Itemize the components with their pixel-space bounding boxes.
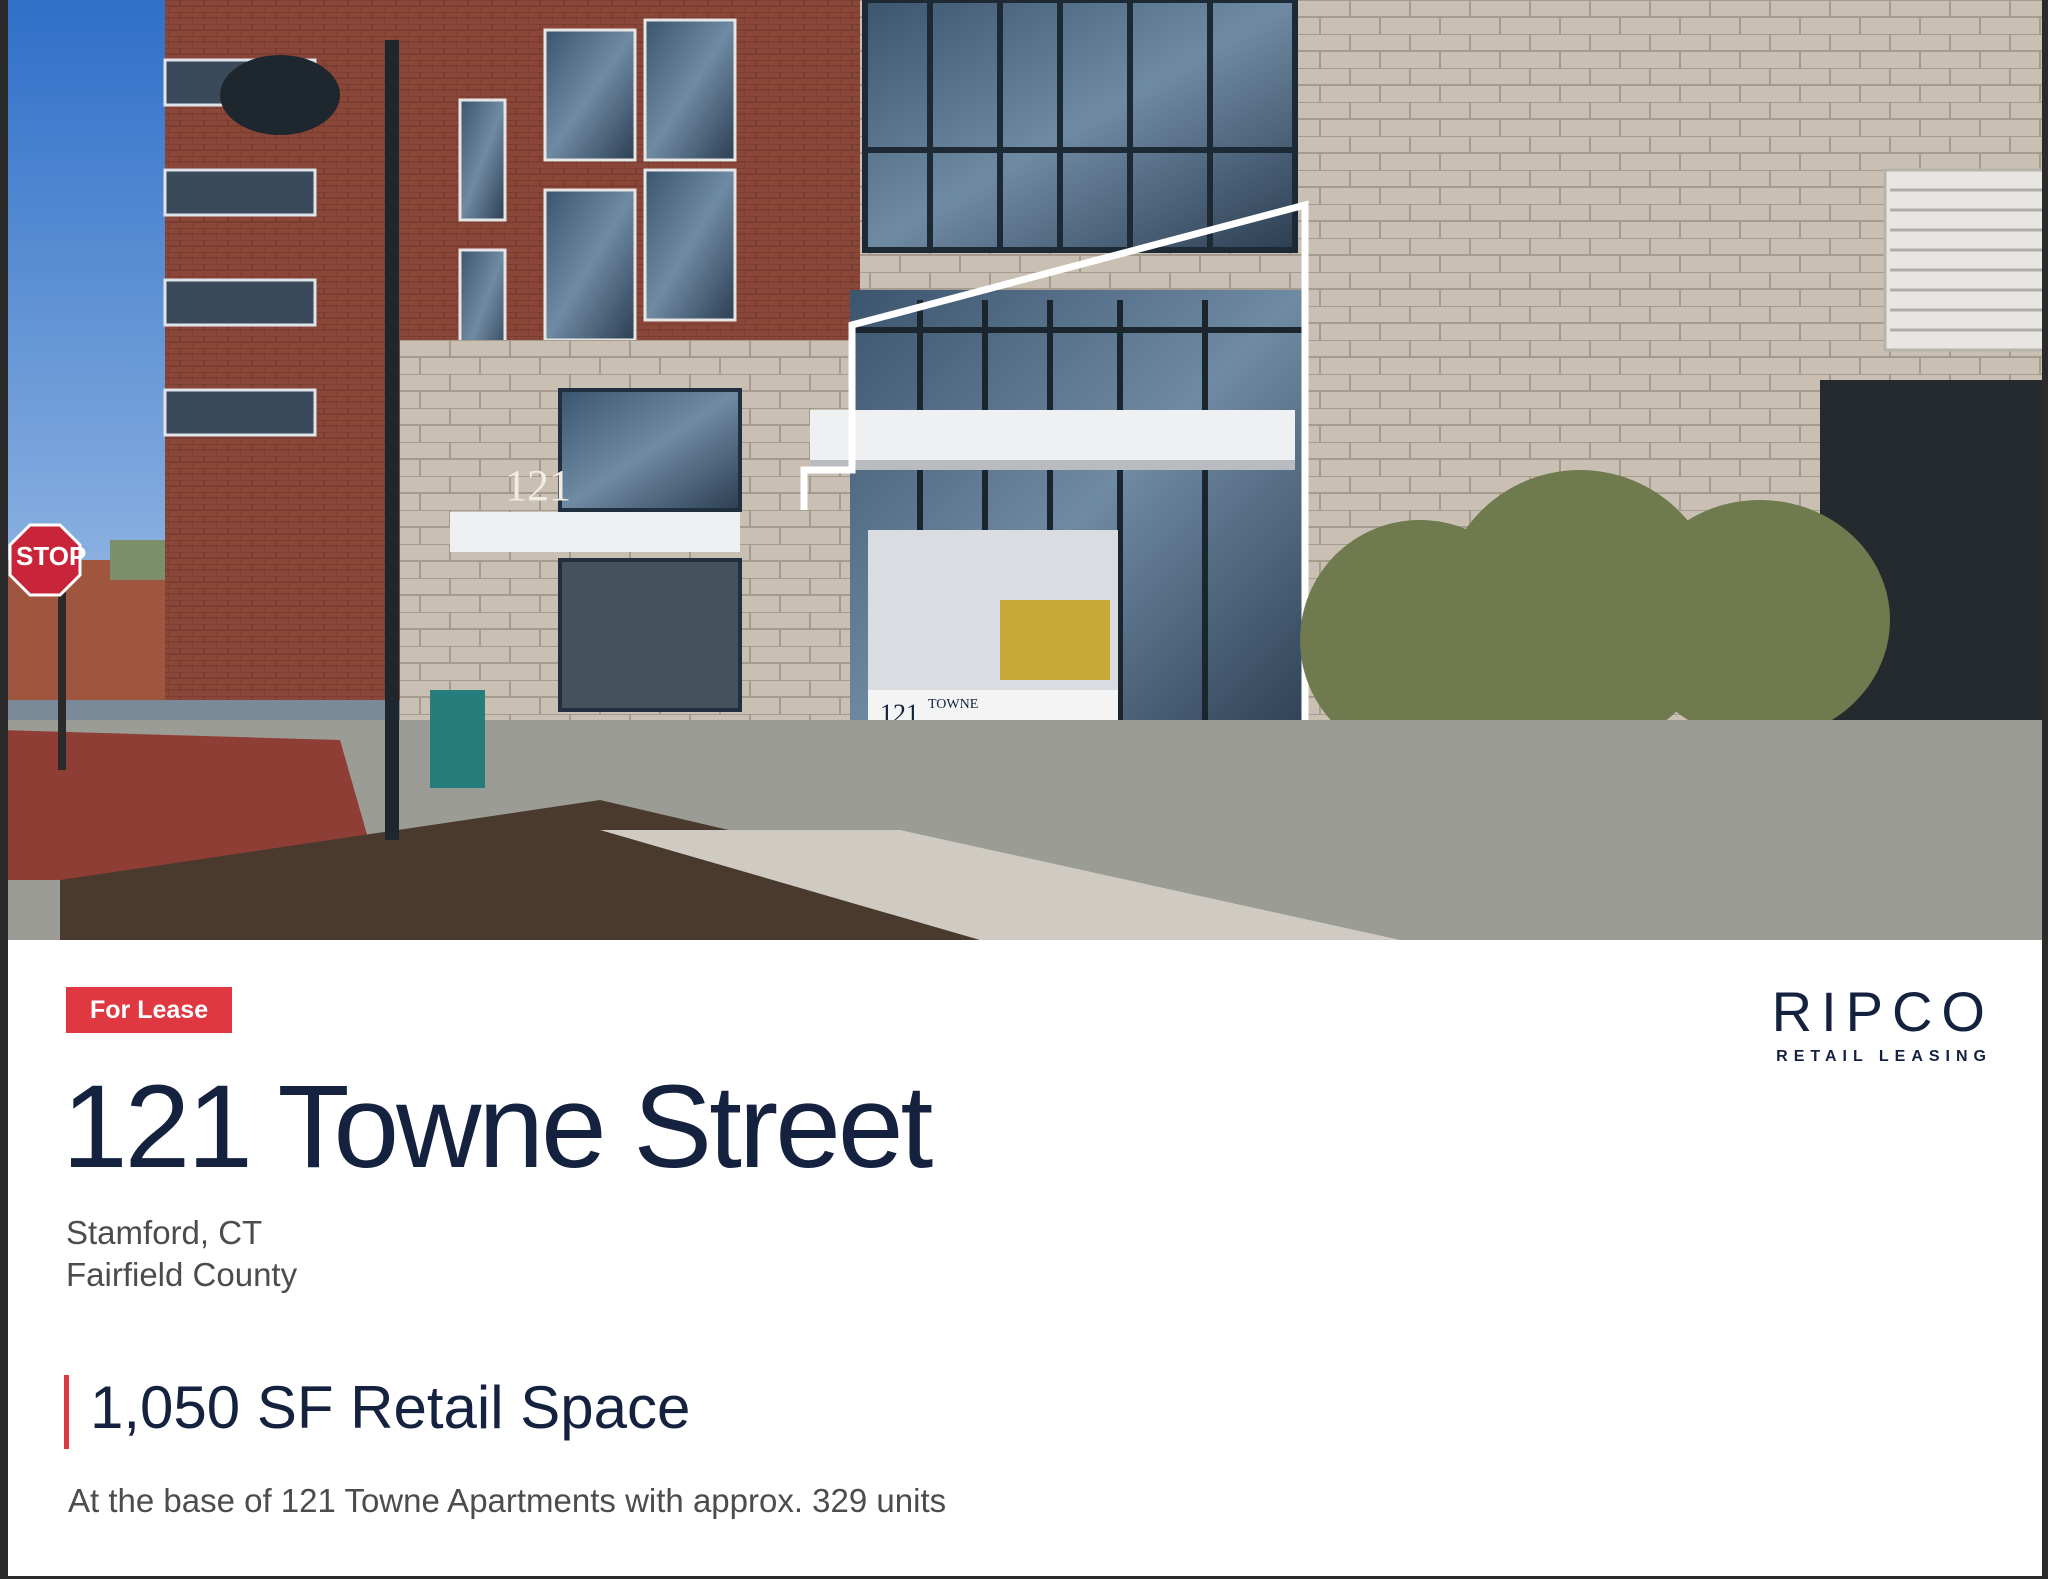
space-description: At the base of 121 Towne Apartments with…: [68, 1482, 947, 1519]
space-headline: 1,050 SF Retail Space: [90, 1374, 691, 1441]
property-location: Stamford, CT Fairfield County: [66, 1212, 297, 1296]
for-lease-badge: For Lease: [66, 987, 233, 1033]
storefront-image: 121 121 TOWNE STOP: [0, 0, 2048, 940]
building-number-sign: 121: [505, 461, 571, 510]
ripco-logo: RIPCO RETAIL LEASING: [1746, 984, 1986, 1066]
location-city: Stamford, CT: [66, 1214, 263, 1251]
window-sign-name: TOWNE: [928, 697, 978, 712]
logo-name: RIPCO: [1771, 980, 1994, 1043]
location-county: Fairfield County: [66, 1256, 298, 1293]
property-title: 121 Towne Street: [62, 1061, 933, 1193]
logo-tagline: RETAIL LEASING: [1776, 1048, 1992, 1065]
stop-sign-text: STOP: [16, 541, 86, 571]
listing-details: For Lease RIPCO RETAIL LEASING 121 Towne…: [0, 940, 2048, 1579]
accent-bar: [64, 1375, 69, 1449]
property-photo: 121 121 TOWNE STOP: [0, 0, 2048, 940]
